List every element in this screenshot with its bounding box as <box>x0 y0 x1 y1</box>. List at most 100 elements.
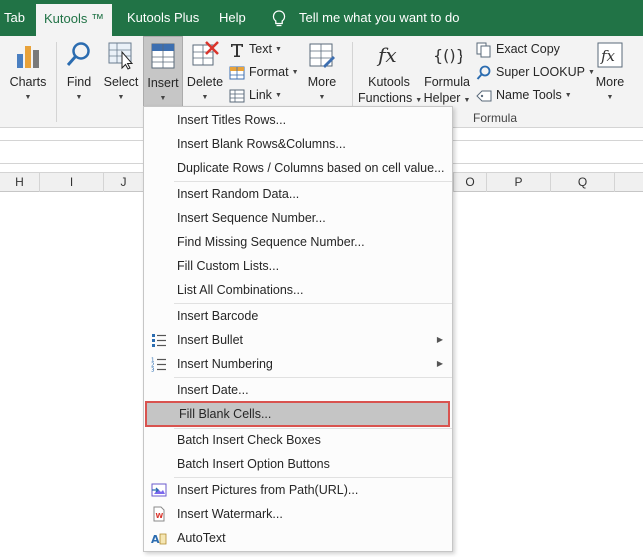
bar-chart-icon <box>17 46 39 68</box>
select-range-icon <box>108 42 134 70</box>
column-header-q[interactable]: Q <box>551 173 615 192</box>
column-header-o[interactable]: O <box>453 173 487 192</box>
numbered-list-icon: 1 2 3 <box>151 358 166 373</box>
menu-item-insert-watermark[interactable]: W Insert Watermark... <box>145 502 451 526</box>
menu-item-label: Insert Random Data... <box>177 187 300 201</box>
formula-group-label: Formula <box>473 111 518 125</box>
menu-item-insert-random-data[interactable]: Insert Random Data... <box>145 182 451 206</box>
tab-kutools-plus[interactable]: Kutools Plus <box>127 0 199 36</box>
picture-arrow-icon <box>151 483 167 497</box>
menu-item-insert-bullet[interactable]: Insert Bullet ▶ <box>145 328 451 352</box>
tab-partial[interactable]: Tab <box>4 0 25 36</box>
menu-item-insert-date[interactable]: Insert Date... <box>145 378 451 402</box>
format-button[interactable]: Format ▼ <box>229 62 299 82</box>
insert-button[interactable]: Insert ▼ <box>143 36 183 108</box>
menu-item-label: Insert Blank Rows&Columns... <box>177 137 346 151</box>
menu-item-insert-pictures-from-path[interactable]: Insert Pictures from Path(URL)... <box>145 478 451 502</box>
ribbon-divider <box>56 42 57 122</box>
delete-button[interactable]: Delete ▼ <box>185 36 225 108</box>
menu-item-label: Insert Date... <box>177 383 249 397</box>
svg-text:3: 3 <box>151 368 155 373</box>
kutools-functions-button[interactable]: fx Kutools Functions ▼ <box>358 36 422 108</box>
exact-copy-button[interactable]: Exact Copy <box>476 39 560 59</box>
column-header-i[interactable]: I <box>40 173 104 192</box>
menu-item-label: Fill Custom Lists... <box>177 259 280 273</box>
menu-item-label: Insert Barcode <box>177 309 259 323</box>
menu-item-insert-sequence-number[interactable]: Insert Sequence Number... <box>145 206 451 230</box>
function-fx-icon: fx <box>376 43 397 67</box>
menu-item-label: List All Combinations... <box>177 283 304 297</box>
format-label: Format <box>249 65 289 79</box>
kutools-functions-label-2: Functions ▼ <box>358 91 422 105</box>
menu-item-batch-insert-option-buttons[interactable]: Batch Insert Option Buttons <box>145 452 451 476</box>
name-tools-label: Name Tools <box>496 88 562 102</box>
chevron-down-icon: ▼ <box>463 97 471 104</box>
chevron-down-icon: ▼ <box>117 94 125 101</box>
text-button[interactable]: Text ▼ <box>229 39 282 59</box>
menu-item-label: Insert Numbering <box>177 357 273 371</box>
menu-item-fill-custom-lists[interactable]: Fill Custom Lists... <box>145 254 451 278</box>
menu-item-list-all-combinations[interactable]: List All Combinations... <box>145 278 451 302</box>
chevron-down-icon: ▼ <box>75 94 83 101</box>
tell-me-search[interactable]: Tell me what you want to do <box>299 0 459 36</box>
menu-item-insert-blank-rows-columns[interactable]: Insert Blank Rows&Columns... <box>145 132 451 156</box>
excel-window: Tab Kutools ™ Kutools Plus Help Tell me … <box>0 0 643 557</box>
svg-text:{()}: {()} <box>433 46 462 65</box>
insert-dropdown-menu: Insert Titles Rows... Insert Blank Rows&… <box>143 106 453 552</box>
watermark-document-icon: W <box>153 506 165 522</box>
menu-item-duplicate-rows-columns[interactable]: Duplicate Rows / Columns based on cell v… <box>145 156 451 180</box>
link-icon <box>229 89 245 103</box>
menu-item-label: Insert Watermark... <box>177 507 283 521</box>
menu-item-batch-insert-check-boxes[interactable]: Batch Insert Check Boxes <box>145 428 451 452</box>
menu-item-find-missing-sequence-number[interactable]: Find Missing Sequence Number... <box>145 230 451 254</box>
more-button[interactable]: More ▼ <box>302 36 342 108</box>
function-box-icon: fx <box>597 42 623 68</box>
find-label: Find <box>66 75 92 89</box>
super-lookup-button[interactable]: Super LOOKUP ▼ <box>476 62 595 82</box>
svg-text:A: A <box>151 533 160 546</box>
chevron-down-icon: ▼ <box>24 94 32 101</box>
menu-item-insert-titles-rows[interactable]: Insert Titles Rows... <box>145 108 451 132</box>
menu-item-insert-barcode[interactable]: Insert Barcode <box>145 304 451 328</box>
lightbulb-icon <box>272 10 286 27</box>
submenu-arrow-icon: ▶ <box>436 359 443 368</box>
more-label: More <box>307 75 337 89</box>
delete-table-icon <box>192 41 219 66</box>
tab-help[interactable]: Help <box>219 0 246 36</box>
kutools-functions-label-1: Kutools <box>368 75 410 89</box>
menu-item-label: Insert Titles Rows... <box>177 113 287 127</box>
select-label: Select <box>103 75 139 89</box>
name-tools-button[interactable]: Name Tools ▼ <box>476 85 572 105</box>
formula-helper-button[interactable]: {()} Formula Helper▼ <box>421 36 473 108</box>
menu-item-fill-blank-cells[interactable]: Fill Blank Cells... <box>145 401 450 427</box>
tab-kutools[interactable]: Kutools ™ <box>36 4 112 36</box>
copy-icon <box>476 42 491 58</box>
menu-item-label: Batch Insert Option Buttons <box>177 457 330 471</box>
formula-helper-label-2-text: Helper <box>423 91 461 105</box>
chevron-down-icon: ▼ <box>201 94 209 101</box>
menu-item-label: Fill Blank Cells... <box>179 407 272 421</box>
find-button[interactable]: Find ▼ <box>60 36 98 108</box>
charts-label: Charts <box>9 75 47 89</box>
column-header-p[interactable]: P <box>487 173 551 192</box>
column-header-h[interactable]: H <box>0 173 40 192</box>
link-label: Link <box>249 88 272 102</box>
bullet-list-icon <box>152 334 166 347</box>
autotext-icon: A <box>151 533 167 546</box>
charts-button[interactable]: Charts ▼ <box>6 36 50 108</box>
link-button[interactable]: Link ▼ <box>229 85 282 105</box>
menu-item-label: Insert Pictures from Path(URL)... <box>177 483 359 497</box>
more-formula-button[interactable]: fx More ▼ <box>590 36 630 108</box>
select-button[interactable]: Select ▼ <box>100 36 142 108</box>
column-header-j[interactable]: J <box>104 173 144 192</box>
menu-item-label: Insert Bullet <box>177 333 244 347</box>
exact-copy-label: Exact Copy <box>496 42 560 56</box>
kutools-functions-label-2-text: Functions <box>358 91 413 105</box>
menu-item-label: Duplicate Rows / Columns based on cell v… <box>177 161 445 175</box>
chevron-down-icon: ▼ <box>274 45 282 53</box>
delete-label: Delete <box>186 75 224 89</box>
chevron-down-icon: ▼ <box>291 68 299 76</box>
menu-item-insert-numbering[interactable]: 1 2 3 Insert Numbering ▶ <box>145 352 451 376</box>
svg-text:fx: fx <box>376 43 397 67</box>
menu-item-autotext[interactable]: A AutoText <box>145 526 451 550</box>
